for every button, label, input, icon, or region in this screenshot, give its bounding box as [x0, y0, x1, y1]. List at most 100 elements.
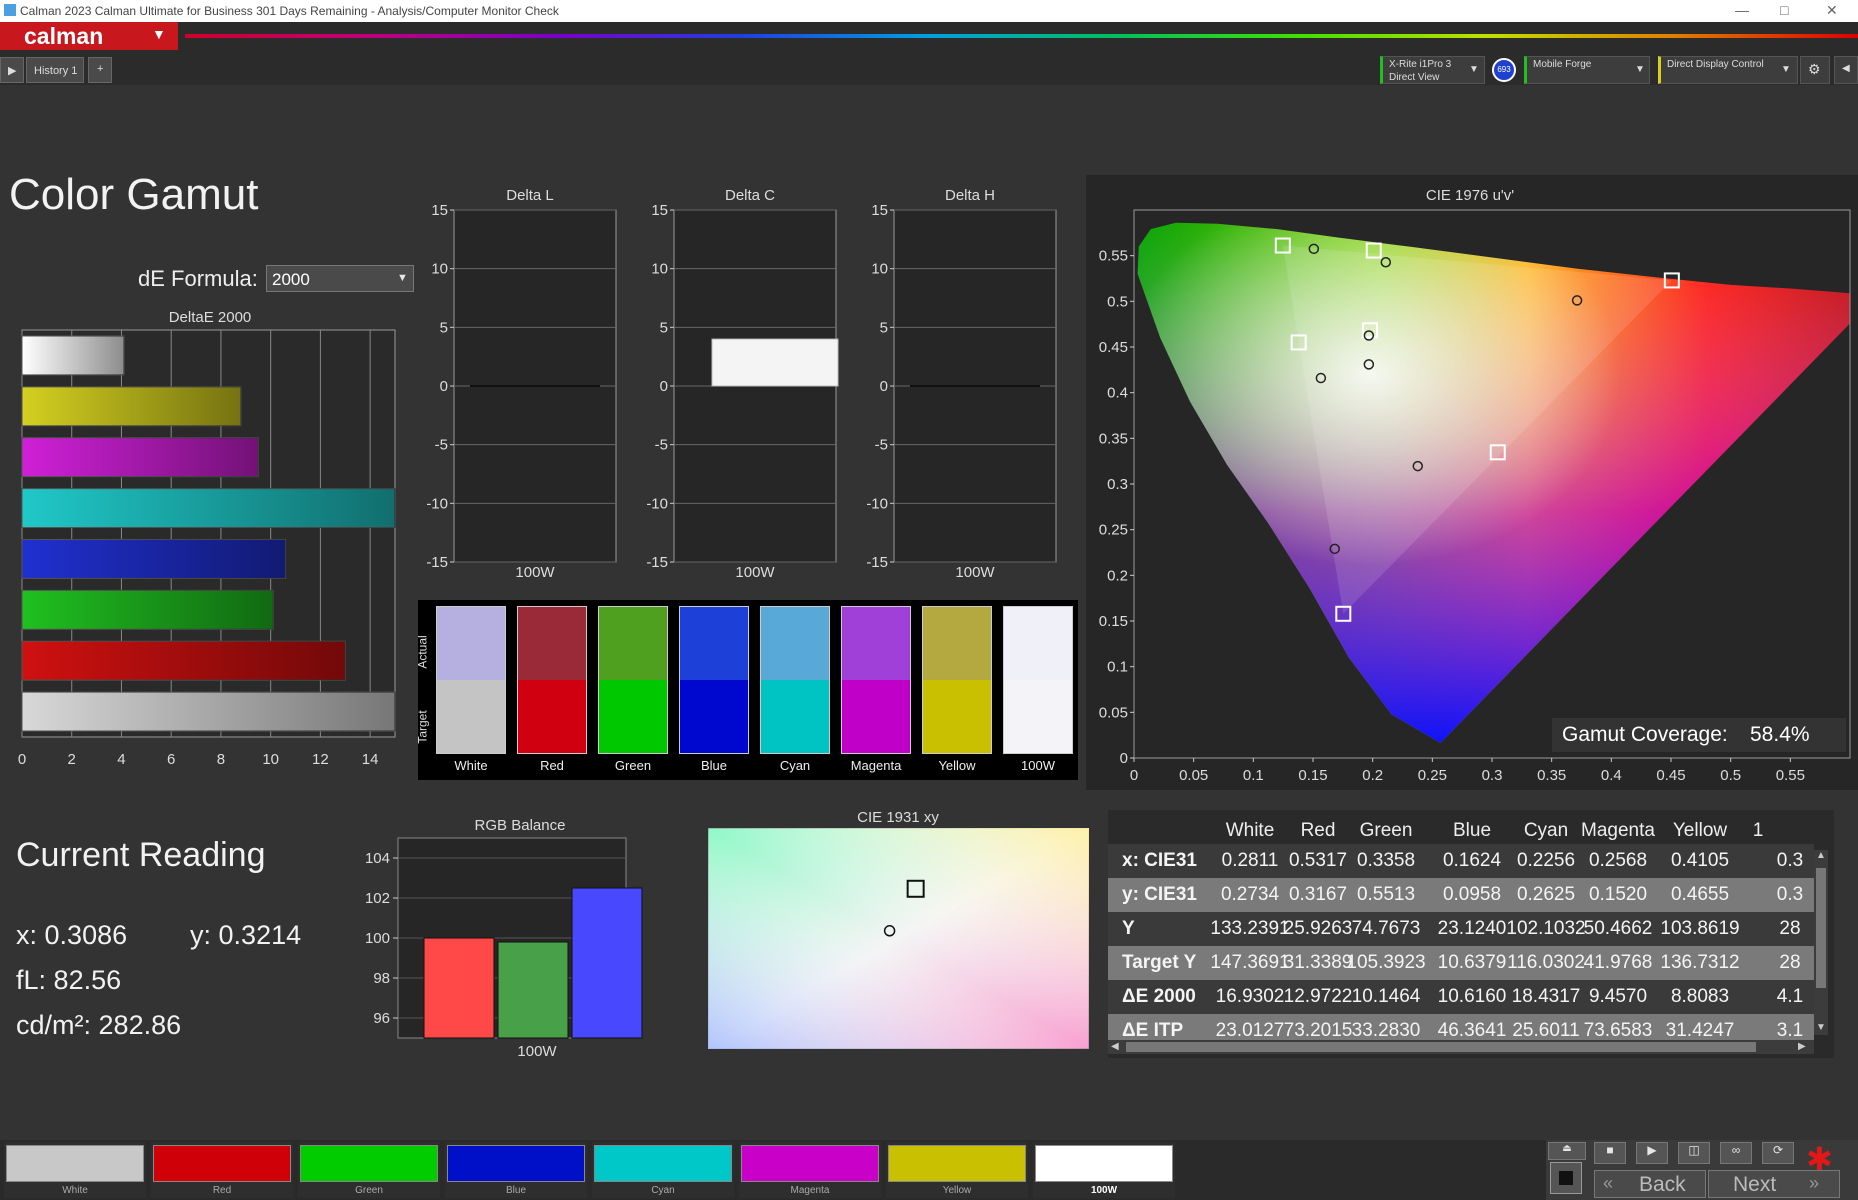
save-icon[interactable]: ◫: [1678, 1142, 1710, 1164]
delta-ytick: -15: [866, 554, 888, 571]
bottom-swatch[interactable]: Green: [298, 1142, 440, 1198]
stop-button[interactable]: [1550, 1162, 1582, 1194]
panel-collapse-button[interactable]: ◀: [1834, 56, 1858, 84]
deltae-xtick: 6: [167, 751, 175, 768]
de-formula-label: dE Formula:: [138, 266, 258, 291]
deltae-bar-shade: [22, 488, 395, 528]
table-cell: 0.1520: [1588, 884, 1648, 905]
scroll-left-icon[interactable]: ◀: [1111, 1041, 1119, 1052]
table-row: x: CIE31 0.2811 0.5317 0.3358 0.1624 0.2256 0.…: [1108, 844, 1814, 878]
back-button[interactable]: « Back: [1594, 1170, 1706, 1198]
bottom-swatch-color: [447, 1145, 585, 1182]
cie1976-ytick: 0.05: [1099, 704, 1128, 721]
rgb-bar: [571, 887, 643, 1039]
table-cell: 73.6583: [1583, 1020, 1653, 1041]
swatch-pair: [679, 606, 749, 754]
settings-gear-icon[interactable]: ⚙: [1800, 56, 1830, 84]
table-row: Y 133.2391 25.9263 74.7673 23.1240 102.1032 50…: [1108, 912, 1814, 946]
table-row-label: Y: [1122, 918, 1135, 939]
history-nav-button[interactable]: ▶: [0, 57, 24, 83]
de-formula-value: 2000: [272, 270, 310, 289]
source-device-selector[interactable]: Mobile Forge ▼: [1524, 56, 1650, 84]
cie1976-xtick: 0.55: [1776, 767, 1805, 784]
swatch-target: [518, 680, 586, 753]
swatch-target: [680, 680, 748, 753]
bottom-swatch-label: Red: [212, 1185, 232, 1196]
cie1976-ytick: 0.1: [1107, 659, 1128, 676]
deltae-bar-shade: [22, 692, 395, 731]
table-cell: 0.2568: [1588, 850, 1648, 871]
logo-menu-icon[interactable]: ▼: [152, 26, 166, 42]
table-header-cell: Yellow: [1672, 820, 1728, 841]
swatch-label: Blue: [700, 758, 728, 773]
scroll-up-icon[interactable]: ▲: [1816, 850, 1826, 861]
delta-ytick: -5: [875, 437, 888, 454]
gamut-coverage-value: 58.4%: [1750, 723, 1810, 746]
close-icon[interactable]: ✕: [1826, 2, 1838, 19]
display-device-selector[interactable]: Direct Display Control ▼: [1658, 56, 1798, 84]
bottom-swatch-label: White: [62, 1185, 88, 1196]
cie1976-ytick: 0.15: [1099, 613, 1128, 630]
rgb-balance-chart: 104 102 100 98 96: [365, 837, 643, 1039]
bottom-swatch[interactable]: White: [4, 1142, 146, 1198]
bottom-swatch-label: Cyan: [651, 1185, 675, 1196]
delta-ytick: 10: [431, 261, 448, 278]
nav-controls: ⏏ ■ ▶ ◫ ∞ ⟳ ✱ « Back Next »: [1546, 1140, 1858, 1200]
minimize-icon[interactable]: —: [1735, 2, 1749, 18]
de-formula-select[interactable]: 2000 ▼: [266, 265, 414, 292]
table-cell: 8.8083: [1670, 986, 1730, 1007]
bottom-swatch[interactable]: Red: [151, 1142, 293, 1198]
stop-small-icon[interactable]: ■: [1594, 1142, 1626, 1164]
cie1976-xtick: 0.5: [1720, 767, 1741, 784]
swatch-pair: [598, 606, 668, 754]
bottom-swatch[interactable]: Blue: [445, 1142, 587, 1198]
bottom-swatch-color: [741, 1145, 879, 1182]
table-cell: 0.3358: [1356, 850, 1416, 871]
table-cell: 0.4105: [1670, 850, 1730, 871]
target-label: Target: [415, 710, 430, 744]
cie1976-ytick: 0.5: [1107, 293, 1128, 310]
tab-history-1[interactable]: History 1: [26, 57, 84, 83]
actual-label: Actual: [415, 635, 430, 669]
scroll-right-icon[interactable]: ▶: [1798, 1041, 1806, 1052]
window-title: Calman 2023 Calman Ultimate for Business…: [20, 4, 559, 18]
table-header-row: White Red Green Blue Cyan Magenta Yellow 1: [1108, 810, 1828, 844]
bottom-swatch[interactable]: Magenta: [739, 1142, 881, 1198]
table-cell: 74.7673: [1351, 918, 1421, 939]
display-name: Direct Display Control: [1667, 59, 1764, 70]
horizontal-scroll-thumb[interactable]: [1126, 1042, 1756, 1052]
table-cell: 33.2830: [1351, 1020, 1421, 1041]
refresh-icon[interactable]: ⟳: [1762, 1142, 1794, 1164]
add-tab-button[interactable]: +: [88, 57, 112, 83]
deltae-xtick: 14: [362, 751, 379, 768]
meter-status-badge[interactable]: 693: [1492, 58, 1516, 82]
bottom-swatch[interactable]: Yellow: [886, 1142, 1028, 1198]
eject-icon[interactable]: ⏏: [1548, 1142, 1586, 1160]
delta-ytick: 5: [440, 319, 448, 336]
reading-x-label: x:: [16, 920, 38, 950]
scroll-down-icon[interactable]: ▼: [1816, 1022, 1826, 1033]
bottom-swatch[interactable]: Cyan: [592, 1142, 734, 1198]
bottom-swatch-color: [153, 1145, 291, 1182]
maximize-icon[interactable]: □: [1780, 2, 1788, 18]
vertical-scroll-thumb[interactable]: [1816, 868, 1826, 988]
bottom-swatch-label: Blue: [505, 1185, 526, 1196]
bottom-swatch[interactable]: 100W: [1033, 1142, 1175, 1198]
cie1976-ytick: 0.4: [1107, 385, 1128, 402]
swatch-label: Cyan: [779, 758, 811, 773]
calman-logo[interactable]: calman ▼: [0, 22, 178, 50]
chevron-down-icon: ▼: [1635, 64, 1645, 75]
loop-icon[interactable]: ∞: [1720, 1142, 1752, 1164]
cie1976-ytick: 0.55: [1099, 248, 1128, 265]
cie1931-title: CIE 1931 xy: [857, 809, 939, 826]
cie1976-xtick: 0: [1130, 767, 1138, 784]
table-cell: 0.5513: [1356, 884, 1416, 905]
delta-ytick: 10: [871, 261, 888, 278]
swatch-pair: [922, 606, 992, 754]
table-horizontal-scrollbar[interactable]: ◀ ▶: [1108, 1040, 1814, 1054]
meter-device-selector[interactable]: X-Rite i1Pro 3 Direct View ▼: [1380, 56, 1485, 84]
play-icon[interactable]: ▶: [1636, 1142, 1668, 1164]
cie1976-ytick: 0.25: [1099, 522, 1128, 539]
table-vertical-scrollbar[interactable]: ▲ ▼: [1814, 850, 1828, 1035]
next-button[interactable]: Next »: [1708, 1170, 1840, 1198]
